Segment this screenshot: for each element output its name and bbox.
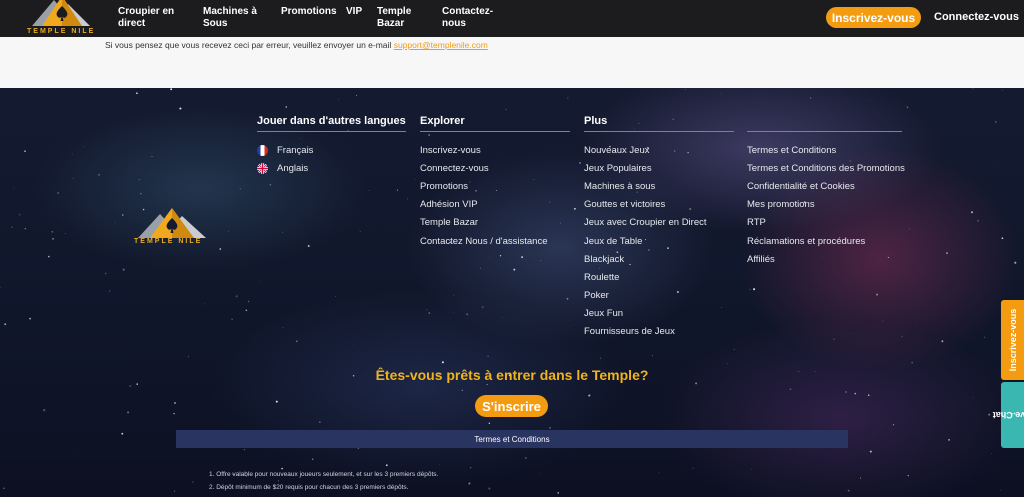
- footer: TEMPLE NILE Jouer dans d'autres langues …: [0, 88, 1024, 497]
- logo-text: TEMPLE NILE: [27, 28, 96, 35]
- divider: [420, 131, 570, 132]
- footer-link-blackjack[interactable]: Blackjack: [584, 250, 734, 268]
- live-chat-text: Live Chat: [992, 410, 1024, 420]
- footer-link-login[interactable]: Connectez-vous: [420, 159, 570, 177]
- terms-line: 2. Dépôt minimum de $20 requis pour chac…: [209, 484, 409, 491]
- divider: [257, 131, 406, 132]
- top-navigation-bar: TEMPLE NILE Croupier en direct Machines …: [0, 0, 1024, 37]
- footer-link-roulette[interactable]: Roulette: [584, 268, 734, 286]
- cta-signup-button[interactable]: S'inscrire: [475, 395, 548, 417]
- login-button[interactable]: Connectez-vous: [934, 11, 1019, 23]
- terms-accordion-header[interactable]: Termes et Conditions: [176, 430, 848, 448]
- footer-link-poker[interactable]: Poker: [584, 287, 734, 305]
- footer-link-providers[interactable]: Fournisseurs de Jeux: [584, 323, 734, 341]
- nav-temple-bazar[interactable]: Temple Bazar: [377, 6, 411, 30]
- column-title: Plus: [584, 115, 608, 127]
- footer-link-popular-games[interactable]: Jeux Populaires: [584, 159, 734, 177]
- nav-contact[interactable]: Contactez- nous: [442, 6, 493, 30]
- footer-link-promotions[interactable]: Promotions: [420, 177, 570, 195]
- footer-link-live-dealer[interactable]: Jeux avec Croupier en Direct: [584, 214, 734, 232]
- footer-column-languages: Jouer dans d'autres langues Français Ang…: [257, 115, 406, 177]
- footer-column-explorer: Explorer Inscrivez-vous Connectez-vous P…: [420, 115, 570, 250]
- footer-link-promo-terms[interactable]: Termes et Conditions des Promotions: [747, 159, 905, 177]
- notice-text: Si vous pensez que vous recevez ceci par…: [105, 40, 488, 50]
- column-title: [747, 115, 902, 129]
- footer-link-affiliates[interactable]: Affiliés: [747, 250, 902, 268]
- notice-message: Si vous pensez que vous recevez ceci par…: [105, 40, 394, 50]
- footer-link-my-promotions[interactable]: Mes promotions: [747, 196, 902, 214]
- footer-link-slots[interactable]: Machines à sous: [584, 177, 734, 195]
- footer-link-temple-bazar[interactable]: Temple Bazar: [420, 214, 570, 232]
- footer-link-new-games[interactable]: Nouveaux Jeux: [584, 141, 734, 159]
- nav-promotions[interactable]: Promotions: [281, 6, 337, 18]
- divider: [747, 131, 902, 132]
- language-label: Anglais: [277, 162, 309, 174]
- footer-link-privacy[interactable]: Confidentialité et Cookies: [747, 177, 902, 195]
- footer-link-complaints[interactable]: Réclamations et procédures: [747, 232, 902, 250]
- signup-button[interactable]: Inscrivez-vous: [826, 7, 921, 28]
- footer-link-drops-wins[interactable]: Gouttes et victoires: [584, 196, 734, 214]
- language-label: Français: [277, 144, 314, 156]
- live-chat-tab[interactable]: ←Live Chat: [992, 382, 1024, 448]
- column-title: Explorer: [420, 115, 465, 127]
- footer-link-contact[interactable]: Contactez Nous / d'assistance: [420, 232, 570, 250]
- footer-column-plus: Plus Nouveaux Jeux Jeux Populaires Machi…: [584, 115, 734, 341]
- footer-logo-text: TEMPLE NILE: [134, 238, 203, 245]
- uk-flag-icon: [257, 162, 268, 174]
- language-french[interactable]: Français: [257, 141, 406, 159]
- support-email-link[interactable]: support@templenile.com: [394, 40, 488, 50]
- site-logo[interactable]: TEMPLE NILE: [0, 0, 110, 37]
- cta-heading: Êtes-vous prêts à entrer dans le Temple?: [375, 367, 649, 383]
- error-notice-band: Si vous pensez que vous recevez ceci par…: [0, 37, 1024, 88]
- footer-link-vip[interactable]: Adhésion VIP: [420, 196, 570, 214]
- terms-line: 1. Offre valable pour nouveaux joueurs s…: [209, 471, 439, 478]
- column-title: Jouer dans d'autres langues: [257, 115, 406, 127]
- nav-live-dealer[interactable]: Croupier en direct: [118, 6, 174, 30]
- footer-link-fun-games[interactable]: Jeux Fun: [584, 305, 734, 323]
- side-signup-tab[interactable]: Inscrivez-vous: [1001, 300, 1024, 380]
- footer-link-table-games[interactable]: Jeux de Table: [584, 232, 734, 250]
- footer-link-terms[interactable]: Termes et Conditions: [747, 141, 902, 159]
- footer-link-signup[interactable]: Inscrivez-vous: [420, 141, 570, 159]
- fr-flag-icon: [257, 144, 268, 156]
- language-english[interactable]: Anglais: [257, 159, 406, 177]
- side-signup-label: Inscrivez-vous: [1007, 308, 1018, 372]
- nav-vip[interactable]: VIP: [346, 6, 362, 18]
- footer-column-legal: Termes et Conditions Termes et Condition…: [747, 115, 905, 268]
- nav-slots[interactable]: Machines à Sous: [203, 6, 257, 30]
- divider: [584, 131, 734, 132]
- footer-link-rtp[interactable]: RTP: [747, 214, 902, 232]
